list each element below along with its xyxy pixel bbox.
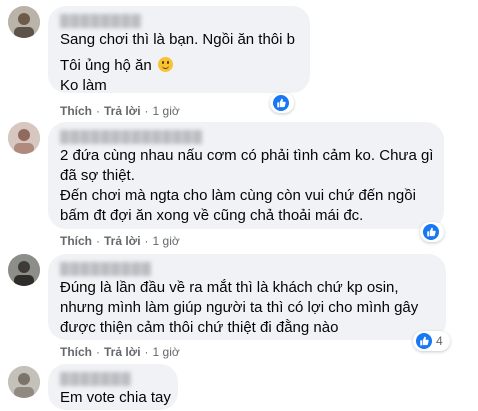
reply-button[interactable]: Trả lời <box>104 104 141 118</box>
comment-text: Đúng là lần đầu về ra mắt thì là khách c… <box>60 278 434 338</box>
comment-bubble: █████████ Đúng là lần đầu về ra mắt thì … <box>48 254 446 340</box>
comment-bubble: ██████████████ 2 đứa cùng nhau nấu cơm c… <box>48 122 444 229</box>
avatar-image <box>8 122 40 154</box>
comment-line: Đúng là lần đầu về ra mắt thì là khách c… <box>60 279 399 296</box>
timestamp[interactable]: 1 giờ <box>153 345 180 359</box>
avatar-image <box>8 366 40 398</box>
author-name[interactable]: █████████ <box>60 262 434 276</box>
comment-text: 2 đứa cùng nhau nấu cơm có phải tình cảm… <box>60 146 434 226</box>
avatar[interactable] <box>8 122 40 154</box>
comment-bubble: ███████ Em vote chia tay <box>48 364 178 410</box>
comment-bubble: ████████ Sang chơi thì là bạn. Ngồi ăn t… <box>48 6 310 96</box>
comment-line: Tôi ủng hộ ăn <box>60 57 152 74</box>
comment-text: Em vote chia tay <box>60 388 171 408</box>
author-name[interactable]: ██████████████ <box>60 130 432 144</box>
comment-line: Ko làm <box>60 77 107 94</box>
author-name[interactable]: ████████ <box>60 14 298 28</box>
comment-line: Em vote chia tay <box>60 389 171 406</box>
reply-button[interactable]: Trả lời <box>104 234 141 248</box>
avatar[interactable] <box>8 254 40 286</box>
slightly-smiling-face-icon <box>157 57 173 72</box>
timestamp[interactable]: 1 giờ <box>153 234 180 248</box>
reaction-count: 4 <box>436 334 443 348</box>
avatar[interactable] <box>8 6 40 38</box>
comment-actions: Thích · Trả lời · 1 giờ <box>60 104 180 118</box>
comment-line: bấm đt đợi ăn xong về cũng chả thoải mái… <box>60 207 364 224</box>
like-icon <box>273 95 289 111</box>
avatar[interactable] <box>8 366 40 398</box>
like-button[interactable]: Thích <box>60 234 92 248</box>
avatar-image <box>8 254 40 286</box>
comment-line: Đến chơi mà ngta cho làm cùng còn vui ch… <box>60 187 416 204</box>
comment-line: 2 đứa cùng nhau nấu cơm có phải tình cảm… <box>60 147 434 164</box>
reaction-badge[interactable] <box>420 222 444 242</box>
reaction-badge[interactable]: 4 <box>413 331 450 351</box>
like-icon <box>423 224 439 240</box>
timestamp[interactable]: 1 giờ <box>153 104 180 118</box>
comment-line: đã sợ thiệt. <box>60 167 135 184</box>
reaction-badge[interactable] <box>270 93 294 113</box>
reply-button[interactable]: Trả lời <box>104 345 141 359</box>
comment-line: nhưng mình làm giúp người ta thì có lợi … <box>60 299 419 316</box>
like-button[interactable]: Thích <box>60 104 92 118</box>
avatar-image <box>8 6 40 38</box>
like-icon <box>416 333 432 349</box>
comment-actions: Thích · Trả lời · 1 giờ <box>60 345 180 359</box>
comment-line-with-emoji: Tôi ủng hộ ăn <box>60 56 298 76</box>
like-button[interactable]: Thích <box>60 345 92 359</box>
comment-line: được thiện cảm thôi chứ thiệt đi đằng nà… <box>60 319 339 336</box>
comment-actions: Thích · Trả lời · 1 giờ <box>60 234 180 248</box>
comment-line: Sang chơi thì là bạn. Ngồi ăn thôi b <box>60 31 295 48</box>
comment-thread: ████████ Sang chơi thì là bạn. Ngồi ăn t… <box>0 0 478 411</box>
author-name[interactable]: ███████ <box>60 372 166 386</box>
comment-text: Sang chơi thì là bạn. Ngồi ăn thôi b Tôi… <box>60 30 298 96</box>
